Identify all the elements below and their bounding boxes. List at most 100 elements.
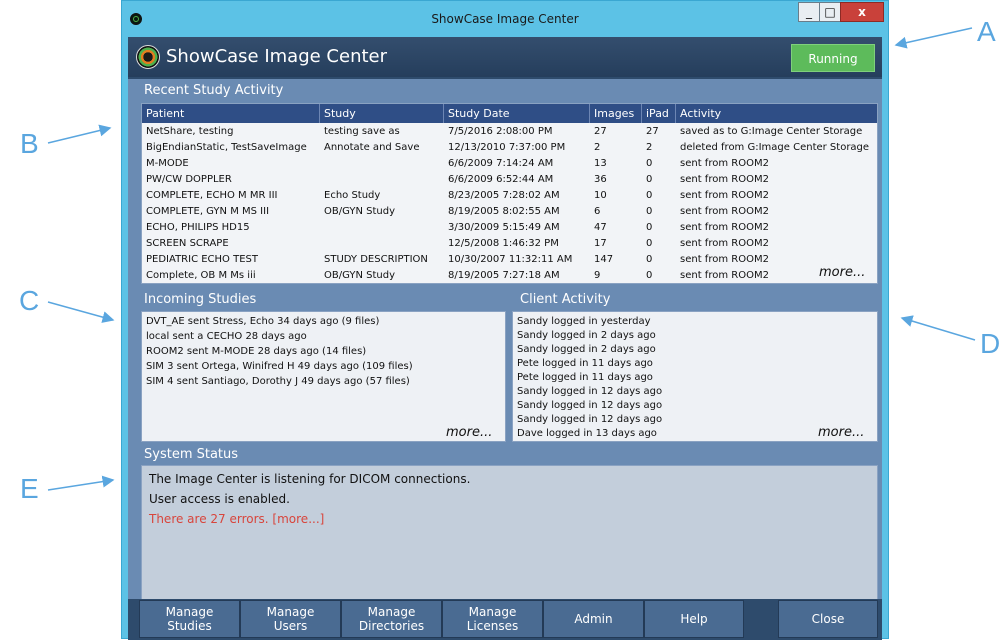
cell-study: OB/GYN Study	[324, 270, 395, 281]
callout-arrow-d	[900, 315, 976, 341]
client-activity-item[interactable]: Pete logged in 11 days ago	[517, 372, 653, 383]
incoming-studies-list: DVT_AE sent Stress, Echo 34 days ago (9 …	[141, 311, 506, 442]
maximize-button[interactable]: □	[819, 2, 841, 22]
help-button[interactable]: Help	[644, 600, 744, 638]
client-activity-item[interactable]: Sandy logged in 12 days ago	[517, 386, 662, 397]
client-activity-item[interactable]: Sandy logged in 12 days ago	[517, 400, 662, 411]
cell-patient: SCREEN SCRAPE	[146, 238, 229, 249]
column-header-study-date[interactable]: Study Date	[444, 104, 590, 123]
title-bar[interactable]: ShowCase Image Center _ □ x	[122, 1, 888, 37]
cell-patient: NetShare, testing	[146, 126, 234, 137]
cell-study-date: 3/30/2009 5:15:49 AM	[448, 222, 560, 233]
manage-directories-button[interactable]: Manage Directories	[341, 600, 442, 638]
cell-images: 147	[594, 254, 614, 265]
cell-activity: sent from ROOM2	[680, 174, 769, 185]
cell-study: OB/GYN Study	[324, 206, 395, 217]
client-activity-item[interactable]: Pete logged in 11 days ago	[517, 358, 653, 369]
table-row[interactable]: NetShare, testing testing save as 7/5/2016…	[142, 124, 877, 140]
cell-study: STUDY DESCRIPTION	[324, 254, 428, 265]
cell-patient: PEDIATRIC ECHO TEST	[146, 254, 258, 265]
cell-images: 6	[594, 206, 601, 217]
cell-images: 17	[594, 238, 607, 249]
table-row[interactable]: BigEndianStatic, TestSaveImage Annotate a…	[142, 140, 877, 156]
cell-ipad: 0	[646, 190, 653, 201]
table-header: Patient Study Study Date Images iPad Act…	[142, 104, 877, 123]
system-status-title: System Status	[144, 447, 239, 462]
callout-arrow-c	[47, 301, 115, 323]
callout-arrow-a	[894, 27, 973, 49]
nav-label: Manage	[468, 605, 517, 619]
window-title: ShowCase Image Center	[431, 12, 579, 26]
incoming-study-item[interactable]: DVT_AE sent Stress, Echo 34 days ago (9 …	[146, 316, 379, 327]
table-row[interactable]: COMPLETE, GYN M MS III OB/GYN Study 8/19/2…	[142, 204, 877, 220]
status-line-errors-link[interactable]: There are 27 errors. [more...]	[149, 512, 324, 526]
client-activity-list: Sandy logged in yesterday Sandy logged in…	[512, 311, 878, 442]
app-header: ShowCase Image Center Running	[128, 37, 882, 77]
table-row[interactable]: M-MODE 6/6/2009 7:14:24 AM 13 0 sent from RO…	[142, 156, 877, 172]
cell-images: 10	[594, 190, 607, 201]
cell-activity: sent from ROOM2	[680, 238, 769, 249]
cell-patient: BigEndianStatic, TestSaveImage	[146, 142, 307, 153]
running-status-button[interactable]: Running	[791, 44, 875, 72]
cell-activity: sent from ROOM2	[680, 222, 769, 233]
client-activity-item[interactable]: Sandy logged in 2 days ago	[517, 330, 656, 341]
manage-licenses-button[interactable]: Manage Licenses	[442, 600, 543, 638]
client-more-link[interactable]: more...	[818, 425, 864, 440]
nav-label: Users	[273, 619, 308, 633]
cell-ipad: 0	[646, 206, 653, 217]
cell-patient: PW/CW DOPPLER	[146, 174, 232, 185]
cell-activity: sent from ROOM2	[680, 190, 769, 201]
cell-study-date: 8/19/2005 7:27:18 AM	[448, 270, 560, 281]
minimize-button[interactable]: _	[798, 2, 820, 22]
table-row[interactable]: PEDIATRIC ECHO TEST STUDY DESCRIPTION 10/3…	[142, 252, 877, 268]
cell-study-date: 12/13/2010 7:37:00 PM	[448, 142, 566, 153]
table-row[interactable]: PW/CW DOPPLER 6/6/2009 6:52:44 AM 36 0 sent …	[142, 172, 877, 188]
column-header-ipad[interactable]: iPad	[642, 104, 676, 123]
incoming-more-link[interactable]: more...	[446, 425, 492, 440]
column-header-patient[interactable]: Patient	[142, 104, 320, 123]
cell-ipad: 0	[646, 158, 653, 169]
table-row[interactable]: SCREEN SCRAPE 12/5/2008 1:46:32 PM 17 0 sent…	[142, 236, 877, 252]
cell-study-date: 12/5/2008 1:46:32 PM	[448, 238, 559, 249]
cell-images: 27	[594, 126, 607, 137]
admin-button[interactable]: Admin	[543, 600, 644, 638]
client-activity-item[interactable]: Sandy logged in 2 days ago	[517, 344, 656, 355]
cell-study-date: 6/6/2009 7:14:24 AM	[448, 158, 554, 169]
manage-users-button[interactable]: Manage Users	[240, 600, 341, 638]
cell-ipad: 0	[646, 222, 653, 233]
incoming-study-item[interactable]: ROOM2 sent M-MODE 28 days ago (14 files)	[146, 346, 366, 357]
cell-patient: COMPLETE, ECHO M MR III	[146, 190, 278, 201]
column-header-activity[interactable]: Activity	[676, 104, 877, 123]
nav-label: Manage	[266, 605, 315, 619]
client-activity-item[interactable]: Sandy logged in yesterday	[517, 316, 651, 327]
cell-study-date: 8/19/2005 8:02:55 AM	[448, 206, 560, 217]
client-activity-item[interactable]: Dave logged in 13 days ago	[517, 428, 657, 439]
table-row[interactable]: ECHO, PHILIPS HD15 3/30/2009 5:15:49 AM 47…	[142, 220, 877, 236]
column-header-study[interactable]: Study	[320, 104, 444, 123]
incoming-study-item[interactable]: local sent a CECHO 28 days ago	[146, 331, 307, 342]
callout-arrow-e	[47, 475, 115, 491]
cell-ipad: 0	[646, 238, 653, 249]
column-header-images[interactable]: Images	[590, 104, 642, 123]
close-button[interactable]: Close	[778, 600, 878, 638]
manage-studies-button[interactable]: Manage Studies	[139, 600, 240, 638]
window-close-button[interactable]: x	[840, 2, 884, 22]
app-window: ShowCase Image Center _ □ x ShowCase Ima…	[121, 0, 889, 640]
cell-study	[320, 156, 444, 172]
cell-study	[320, 220, 444, 236]
cell-study: Annotate and Save	[324, 142, 420, 153]
cell-images: 47	[594, 222, 607, 233]
status-line-access: User access is enabled.	[149, 492, 290, 506]
incoming-study-item[interactable]: SIM 4 sent Santiago, Dorothy J 49 days a…	[146, 376, 410, 387]
recent-more-link[interactable]: more...	[819, 265, 865, 280]
cell-activity: sent from ROOM2	[680, 158, 769, 169]
cell-activity: sent from ROOM2	[680, 206, 769, 217]
table-row[interactable]: COMPLETE, ECHO M MR III Echo Study 8/23/20…	[142, 188, 877, 204]
showcase-logo-icon	[136, 45, 160, 69]
table-row[interactable]: Complete, OB M Ms iii OB/GYN Study 8/19/20…	[142, 268, 877, 283]
cell-study: testing save as	[324, 126, 400, 137]
client-activity-item[interactable]: Sandy logged in 12 days ago	[517, 414, 662, 425]
cell-study-date: 6/6/2009 6:52:44 AM	[448, 174, 554, 185]
app-title: ShowCase Image Center	[166, 46, 388, 67]
incoming-study-item[interactable]: SIM 3 sent Ortega, Winifred H 49 days ag…	[146, 361, 413, 372]
